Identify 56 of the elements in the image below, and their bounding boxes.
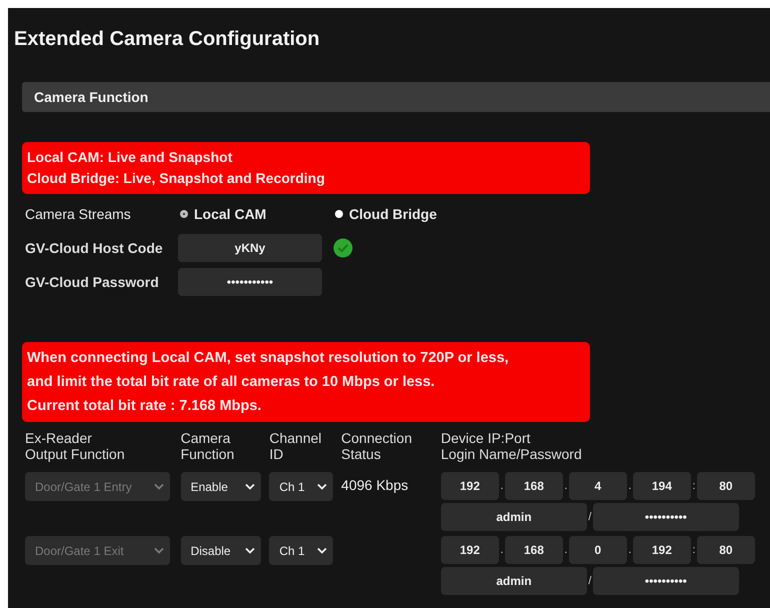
chevron-down-icon	[154, 547, 164, 554]
input-field[interactable]: 0	[568, 536, 627, 564]
input-field[interactable]: 168	[504, 472, 563, 500]
column-header: Channel ID	[269, 430, 322, 462]
input-field[interactable]: ••••••••••	[592, 567, 739, 595]
field-label: GV-Cloud Password	[25, 274, 160, 290]
section-header: Camera Function	[22, 82, 770, 112]
separator-text: .	[563, 480, 568, 492]
separator-text: .	[627, 544, 632, 556]
column-header: Connection Status	[341, 430, 413, 462]
notice-text: Local CAM: Live and Snapshot	[27, 148, 234, 167]
chevron-down-icon	[244, 483, 255, 490]
dropdown[interactable]: Ch 1	[269, 536, 334, 565]
status-text: 4096 Kbps	[341, 477, 408, 493]
notice-text: Current total bit rate : 7.168 Mbps.	[27, 397, 262, 416]
input-field[interactable]: admin	[440, 503, 587, 531]
input-field[interactable]: 194	[632, 472, 691, 500]
dropdown[interactable]: Disable	[180, 536, 261, 565]
separator-text: /	[587, 511, 592, 523]
radio-button[interactable]	[180, 210, 188, 218]
chevron-down-icon	[244, 547, 255, 554]
input-field[interactable]: admin	[440, 567, 587, 595]
chevron-down-icon	[154, 483, 164, 490]
input-field[interactable]: 168	[504, 536, 563, 564]
separator-text: .	[627, 480, 632, 492]
chevron-down-icon	[317, 483, 328, 490]
input-field[interactable]: •••••••••••	[178, 268, 322, 296]
column-header: Device IP:Port Login Name/Password	[440, 430, 583, 462]
separator-text: /	[587, 575, 592, 587]
radio-label[interactable]: Local CAM	[194, 206, 266, 222]
separator-text: :	[691, 544, 696, 556]
notice-text: and limit the total bit rate of all cameras to 10 Mbps or less.	[27, 373, 436, 392]
chevron-down-icon	[317, 547, 328, 554]
input-field[interactable]: ••••••••••	[592, 503, 739, 531]
separator-text: .	[563, 544, 568, 556]
input-field[interactable]: 192	[440, 536, 499, 564]
notice-text: When connecting Local CAM, set snapshot resolution to 720P or less,	[27, 349, 510, 368]
column-header: Camera Function	[180, 430, 236, 462]
input-field[interactable]: 192	[632, 536, 691, 564]
separator-text: .	[499, 480, 504, 492]
separator-text: .	[499, 544, 504, 556]
separator-text: :	[691, 480, 696, 492]
column-header: Ex-Reader Output Function	[24, 430, 126, 462]
notice-text: Cloud Bridge: Live, Snapshot and Recording	[27, 169, 326, 188]
field-label: Camera Streams	[25, 206, 132, 222]
page-title: Extended Camera Configuration	[14, 27, 321, 52]
input-field[interactable]: yKNy	[178, 234, 322, 262]
field-label: GV-Cloud Host Code	[25, 240, 164, 256]
input-field[interactable]: 80	[696, 472, 755, 500]
dropdown[interactable]: Enable	[180, 472, 261, 501]
input-field[interactable]: 80	[696, 536, 755, 564]
radio-label[interactable]: Cloud Bridge	[349, 206, 437, 222]
dropdown[interactable]: Ch 1	[269, 472, 334, 501]
input-field[interactable]: 192	[440, 472, 499, 500]
radio-button[interactable]	[335, 210, 343, 218]
input-field[interactable]: 4	[568, 472, 627, 500]
